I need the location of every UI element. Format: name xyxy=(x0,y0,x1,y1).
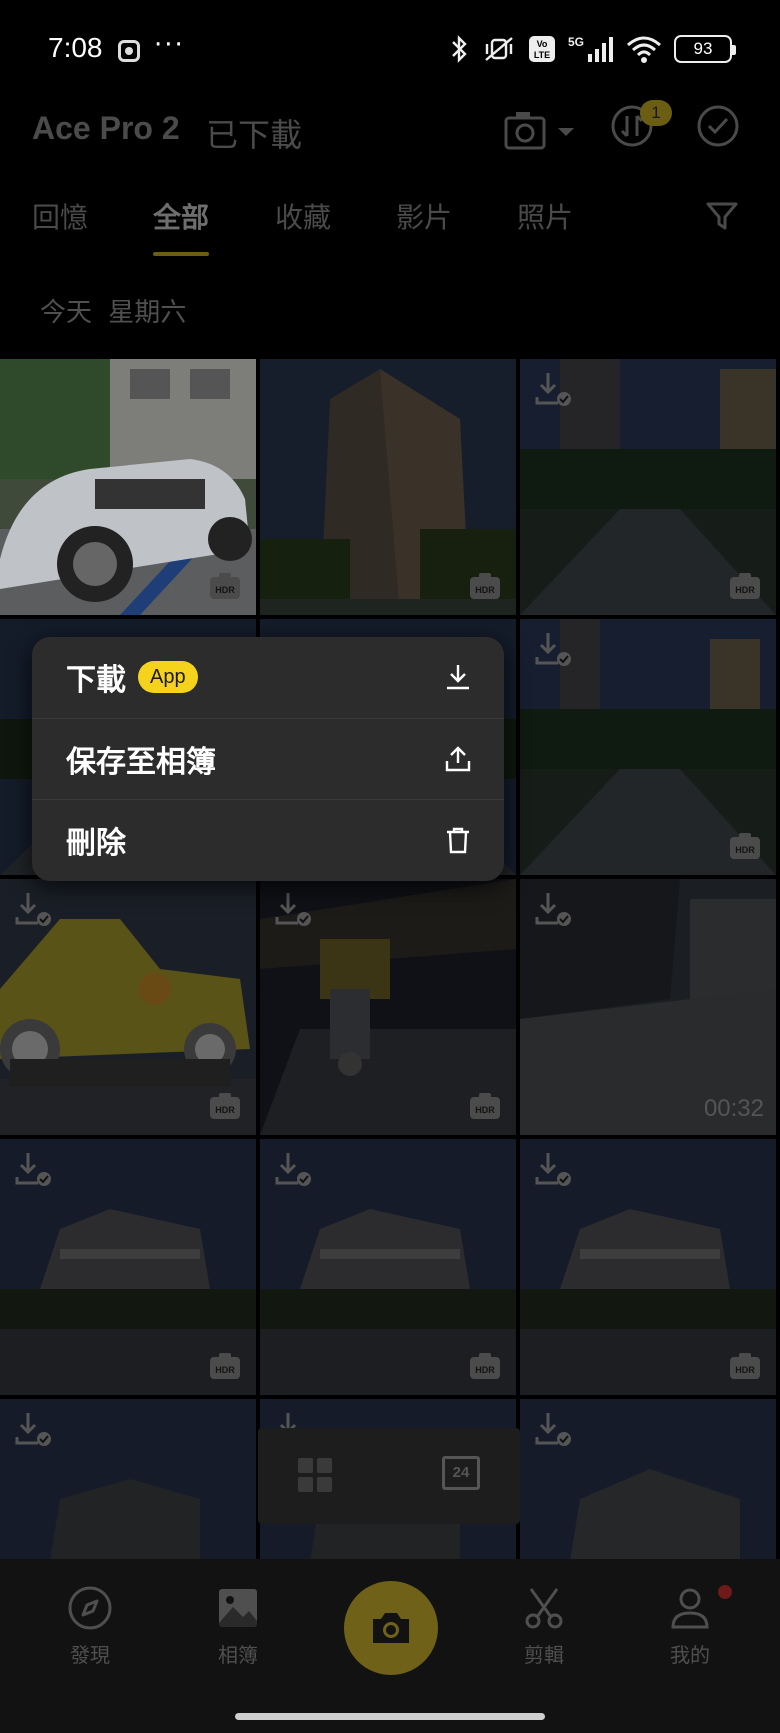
hdr-badge: HDR xyxy=(730,573,760,599)
compass-icon xyxy=(68,1586,112,1630)
tab-favorites[interactable]: 收藏 xyxy=(275,196,331,236)
media-thumbnail[interactable]: HDR xyxy=(0,879,256,1135)
scissors-icon xyxy=(525,1588,563,1629)
home-indicator[interactable] xyxy=(235,1713,545,1720)
menu-save-to-album[interactable]: 保存至相簿 xyxy=(32,718,504,798)
media-thumbnail[interactable]: HDR xyxy=(0,1139,256,1395)
date-group-label: 今天 星期六 xyxy=(40,298,187,328)
tab-photos[interactable]: 照片 xyxy=(517,196,573,236)
more-notifications-icon: ··· xyxy=(154,30,185,60)
media-thumbnail[interactable]: HDR xyxy=(260,1139,516,1395)
top-bar: Ace Pro 2 已下載 1 xyxy=(0,96,780,196)
downloaded-icon xyxy=(275,1153,311,1186)
svg-text:Vo: Vo xyxy=(537,39,548,49)
grid-view-icon[interactable] xyxy=(298,1458,332,1492)
hdr-badge: HDR xyxy=(210,1353,240,1379)
video-duration: 00:32 xyxy=(703,1095,764,1122)
svg-text:LTE: LTE xyxy=(534,50,550,60)
trash-icon xyxy=(447,827,469,854)
menu-delete[interactable]: 刪除 xyxy=(32,799,504,879)
app-badge: App xyxy=(138,661,198,693)
downloaded-title[interactable]: 已下載 xyxy=(206,110,302,156)
nav-edit[interactable]: 剪輯 xyxy=(484,1585,604,1668)
device-title[interactable]: Ace Pro 2 xyxy=(32,110,180,147)
media-thumbnail[interactable]: HDR xyxy=(520,359,776,615)
media-thumbnail[interactable]: HDR xyxy=(0,359,256,615)
svg-text:5G: 5G xyxy=(568,35,584,49)
tab-all[interactable]: 全部 xyxy=(153,196,209,236)
downloaded-icon xyxy=(15,1413,51,1446)
nav-me[interactable]: 我的 xyxy=(630,1585,750,1668)
tab-indicator xyxy=(153,252,209,256)
tab-videos[interactable]: 影片 xyxy=(396,196,452,236)
media-thumbnail[interactable]: HDR xyxy=(520,619,776,875)
menu-download[interactable]: 下載 App xyxy=(32,637,504,717)
status-bar: 7:08 ··· Vo LTE 5G 93 xyxy=(0,0,780,96)
battery-indicator: 93 xyxy=(674,35,736,63)
upload-icon xyxy=(445,746,471,772)
hdr-badge: HDR xyxy=(470,1093,500,1119)
gallery-screen: Ace Pro 2 已下載 1 回憶 全部 收藏 影片 照片 今天 星期六 HD… xyxy=(0,96,780,1733)
downloaded-icon xyxy=(535,893,571,926)
menu-delete-label: 刪除 xyxy=(66,825,126,861)
user-icon xyxy=(671,1588,709,1629)
media-thumbnail[interactable]: HDR xyxy=(260,879,516,1135)
media-thumbnail[interactable]: HDR xyxy=(520,1139,776,1395)
bluetooth-icon xyxy=(452,35,467,63)
nav-discover-label: 發現 xyxy=(70,1643,110,1667)
calendar-view-icon[interactable]: 24 xyxy=(442,1456,480,1490)
camera-icon xyxy=(504,112,574,150)
download-icon xyxy=(447,665,469,690)
media-thumbnail[interactable]: HDR xyxy=(260,359,516,615)
hdr-badge: HDR xyxy=(470,573,500,599)
screen-record-icon xyxy=(118,40,140,62)
downloaded-icon xyxy=(535,373,571,406)
bottom-navigation: 發現 相簿 剪輯 我的 xyxy=(0,1559,780,1733)
hdr-badge: HDR xyxy=(210,573,240,599)
context-menu: 下載 App 保存至相簿 刪除 xyxy=(32,637,504,881)
hdr-badge: HDR xyxy=(730,833,760,859)
menu-download-label: 下載 xyxy=(66,663,126,698)
nav-me-label: 我的 xyxy=(670,1643,710,1667)
downloaded-icon xyxy=(275,893,311,926)
status-icons: Vo LTE 5G 93 xyxy=(448,34,736,64)
filter-icon xyxy=(706,202,738,230)
wifi-icon xyxy=(627,36,661,63)
downloaded-icon xyxy=(535,1153,571,1186)
downloaded-icon xyxy=(535,633,571,666)
vibrate-off-icon xyxy=(485,37,513,61)
status-time: 7:08 xyxy=(48,32,103,63)
menu-save-label: 保存至相簿 xyxy=(66,744,216,780)
tab-memories[interactable]: 回憶 xyxy=(32,196,88,236)
transfer-count-badge: 1 xyxy=(640,100,672,126)
media-thumbnail[interactable] xyxy=(0,1399,256,1561)
select-button[interactable] xyxy=(696,104,740,148)
camera-icon xyxy=(373,1613,409,1643)
downloaded-icon xyxy=(535,1413,571,1446)
nav-discover[interactable]: 發現 xyxy=(30,1585,150,1668)
camera-source-dropdown[interactable] xyxy=(504,110,580,150)
view-mode-switcher: 24 xyxy=(258,1428,520,1524)
downloaded-icon xyxy=(15,1153,51,1186)
nav-edit-label: 剪輯 xyxy=(524,1643,564,1667)
shoot-button[interactable] xyxy=(344,1581,438,1675)
check-circle-icon xyxy=(697,105,739,147)
volte-icon: VoLTE xyxy=(529,36,555,62)
downloaded-icon xyxy=(15,893,51,926)
filter-button[interactable] xyxy=(705,200,739,236)
image-icon xyxy=(219,1589,257,1627)
media-thumbnail[interactable] xyxy=(520,1399,776,1561)
nav-album-label: 相簿 xyxy=(218,1643,258,1667)
notification-dot xyxy=(718,1585,732,1599)
nav-album[interactable]: 相簿 xyxy=(178,1585,298,1668)
cell-signal-icon: 5G xyxy=(568,35,613,62)
hdr-badge: HDR xyxy=(470,1353,500,1379)
hdr-badge: HDR xyxy=(210,1093,240,1119)
media-thumbnail[interactable]: 00:32 xyxy=(520,879,776,1135)
hdr-badge: HDR xyxy=(730,1353,760,1379)
